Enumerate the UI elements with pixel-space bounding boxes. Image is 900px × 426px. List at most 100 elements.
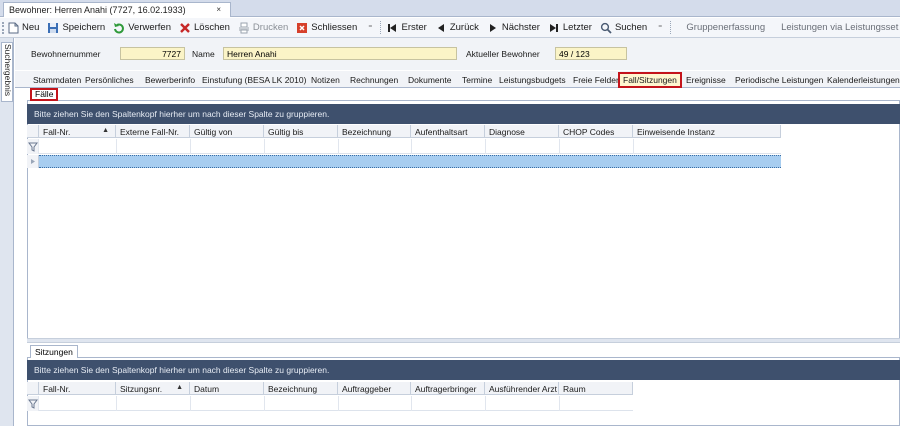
toolbar-overflow-icon[interactable]: ⁼ [658, 23, 662, 32]
next-button-label: Nächster [501, 22, 540, 33]
search-button-label: Suchen [614, 22, 648, 33]
close-window-icon [296, 22, 308, 34]
sessions-col-auftragerbringer[interactable]: Auftragerbringer [411, 382, 485, 395]
toolbar: Neu Speichern Verwerfen Löschen Drucken … [0, 18, 900, 38]
toolbar-separator [380, 21, 382, 34]
close-button[interactable]: Schliessen [296, 19, 357, 37]
sessions-col-fall-nr[interactable]: Fall-Nr. [39, 382, 116, 395]
side-panel: Suchergebnis [0, 38, 14, 426]
print-button-label: Drucken [252, 22, 289, 33]
cases-col-diagnose[interactable]: Diagnose [485, 125, 559, 138]
group-entry-button[interactable]: Gruppenerfassung [686, 19, 765, 37]
tab-kalenderleistungen[interactable]: Kalenderleistungen [825, 74, 900, 87]
delete-button[interactable]: Löschen [179, 19, 230, 37]
cases-col-aufenthaltsart[interactable]: Aufenthaltsart [411, 125, 485, 138]
sessions-filter-row[interactable] [27, 396, 633, 411]
sessions-grid-header: Fall-Nr. Sitzungsnr. ▲ Datum Bezeichnung … [27, 382, 633, 395]
new-document-icon [7, 22, 19, 34]
tab-persoenliches[interactable]: Persönliches [83, 74, 136, 87]
filter-icon[interactable] [27, 396, 39, 411]
tab-notizen[interactable]: Notizen [309, 74, 342, 87]
tab-termine[interactable]: Termine [460, 74, 494, 87]
sort-ascending-icon: ▲ [176, 384, 183, 391]
sessions-group-drop-area[interactable]: Bitte ziehen Sie den Spaltenkopf hierher… [27, 360, 900, 380]
last-button-label: Letzter [562, 22, 592, 33]
toolbar-overflow-icon[interactable]: ⁼ [368, 23, 372, 32]
name-field[interactable]: Herren Anahi [223, 47, 457, 60]
search-results-side-tab[interactable]: Suchergebnis [1, 42, 13, 102]
first-record-icon [386, 22, 398, 34]
tab-bewerberinfo[interactable]: Bewerberinfo [143, 74, 197, 87]
current-resident-field: 49 / 123 [555, 47, 627, 60]
name-label: Name [192, 49, 215, 59]
sessions-section-tab[interactable]: Sitzungen [30, 345, 78, 358]
panel-splitter[interactable] [27, 338, 900, 343]
next-button[interactable]: Nächster [487, 19, 540, 37]
discard-button-label: Verwerfen [128, 22, 171, 33]
resident-number-label: Bewohnernummer [31, 49, 101, 59]
first-button[interactable]: Erster [386, 19, 427, 37]
sessions-col-sitzungsnr[interactable]: Sitzungsnr. ▲ [116, 382, 190, 395]
main-tab-strip: Stammdaten Persönliches Bewerberinfo Ein… [15, 71, 900, 88]
new-button[interactable]: Neu [7, 19, 39, 37]
cases-col-fall-nr[interactable]: Fall-Nr. ▲ [39, 125, 116, 138]
row-indicator-icon[interactable] [27, 155, 39, 168]
tab-stammdaten[interactable]: Stammdaten [31, 74, 83, 87]
tab-periodische-leistungen[interactable]: Periodische Leistungen [733, 74, 825, 87]
toolbar-grip[interactable] [2, 21, 4, 34]
first-button-label: Erster [401, 22, 427, 33]
cases-col-gueltig-von[interactable]: Gültig von [190, 125, 264, 138]
sessions-col-raum[interactable]: Raum [559, 382, 633, 395]
document-tab[interactable]: Bewohner: Herren Anahi (7727, 16.02.1933… [3, 2, 231, 17]
sessions-col-ausfuehrender-arzt[interactable]: Ausführender Arzt [485, 382, 559, 395]
cases-group-drop-area[interactable]: Bitte ziehen Sie den Spaltenkopf hierher… [27, 104, 900, 124]
current-resident-label: Aktueller Bewohner [466, 49, 540, 59]
search-results-label: Suchergebnis [3, 44, 13, 96]
cases-col-gueltig-bis[interactable]: Gültig bis [264, 125, 338, 138]
delete-button-label: Löschen [194, 22, 230, 33]
resident-number-field[interactable]: 7727 [120, 47, 185, 60]
cases-col-chop-codes[interactable]: CHOP Codes [559, 125, 633, 138]
back-button[interactable]: Zurück [435, 19, 479, 37]
sessions-col-bezeichnung[interactable]: Bezeichnung [264, 382, 338, 395]
row-selector-header [27, 125, 39, 138]
column-header-label: Fall-Nr. [43, 127, 71, 137]
tab-rechnungen[interactable]: Rechnungen [348, 74, 400, 87]
tab-leistungsbudgets[interactable]: Leistungsbudgets [497, 74, 568, 87]
save-button[interactable]: Speichern [47, 19, 105, 37]
document-tab-title: Bewohner: Herren Anahi (7727, 16.02.1933… [9, 5, 186, 15]
tab-einstufung[interactable]: Einstufung (BESA LK 2010) [200, 74, 308, 87]
discard-button[interactable]: Verwerfen [113, 19, 171, 37]
column-header-label: Sitzungsnr. [120, 384, 163, 394]
sessions-col-auftraggeber[interactable]: Auftraggeber [338, 382, 411, 395]
row-selector-header [27, 382, 39, 395]
insert-services-button[interactable]: Leistungen via Leistungsset einfügen [781, 19, 900, 37]
filter-icon[interactable] [27, 139, 39, 154]
sort-ascending-icon: ▲ [102, 127, 109, 134]
document-tab-strip: Bewohner: Herren Anahi (7727, 16.02.1933… [0, 0, 900, 17]
table-row-selected[interactable] [39, 155, 781, 168]
cases-col-einweisende-instanz[interactable]: Einweisende Instanz [633, 125, 781, 138]
tab-ereignisse[interactable]: Ereignisse [684, 74, 728, 87]
print-button[interactable]: Drucken [238, 19, 288, 37]
tab-fall-sitzungen[interactable]: Fall/Sitzungen [618, 72, 682, 88]
cases-col-bezeichnung[interactable]: Bezeichnung [338, 125, 411, 138]
tab-dokumente[interactable]: Dokumente [406, 74, 453, 87]
delete-icon [179, 22, 191, 34]
close-tab-icon[interactable]: × [216, 5, 221, 14]
cases-section-tab[interactable]: Fälle [30, 88, 59, 101]
toolbar-separator [670, 21, 672, 34]
cases-col-externe-fall-nr[interactable]: Externe Fall-Nr. [116, 125, 190, 138]
previous-record-icon [435, 22, 447, 34]
cases-grid-header: Fall-Nr. ▲ Externe Fall-Nr. Gültig von Gü… [27, 125, 781, 138]
tab-freie-felder[interactable]: Freie Felder [571, 74, 621, 87]
sessions-col-datum[interactable]: Datum [190, 382, 264, 395]
back-button-label: Zurück [449, 22, 479, 33]
cases-filter-row[interactable] [27, 139, 781, 154]
search-button[interactable]: Suchen [600, 19, 647, 37]
next-record-icon [487, 22, 499, 34]
last-button[interactable]: Letzter [548, 19, 592, 37]
discard-icon [113, 22, 125, 34]
search-icon [600, 22, 612, 34]
close-button-label: Schliessen [311, 22, 358, 33]
